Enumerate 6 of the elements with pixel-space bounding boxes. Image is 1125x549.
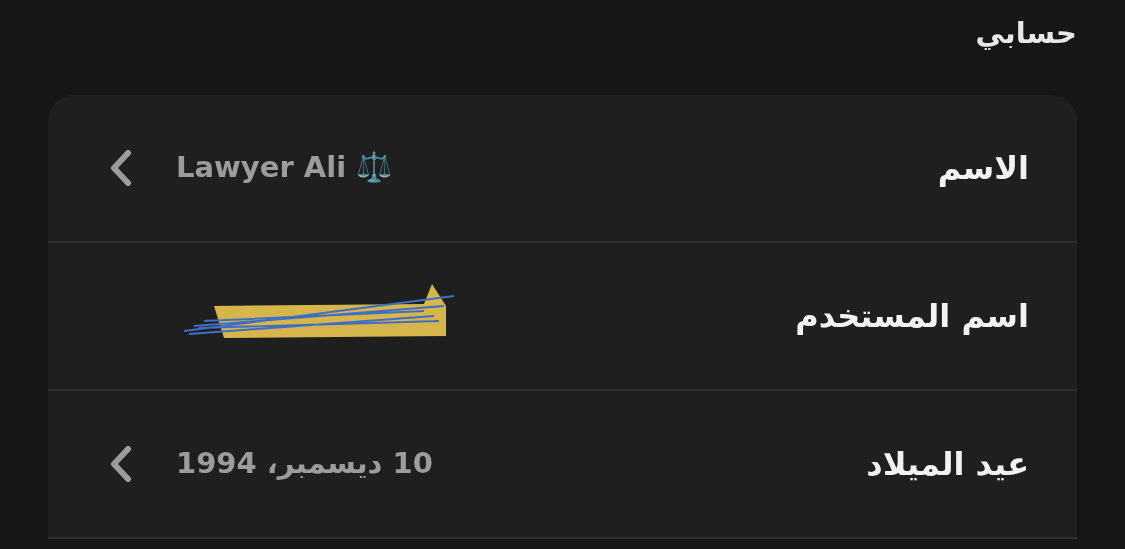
field-label: الاسم [937, 148, 1029, 189]
field-label: اسم المستخدم [795, 296, 1029, 337]
field-value: Lawyer Ali ⚖ [176, 149, 393, 187]
field-value: 10 ديسمبر، 1994 [176, 445, 433, 483]
section-title: حسابي [975, 15, 1077, 52]
field-label: عيد الميلاد [866, 444, 1029, 485]
